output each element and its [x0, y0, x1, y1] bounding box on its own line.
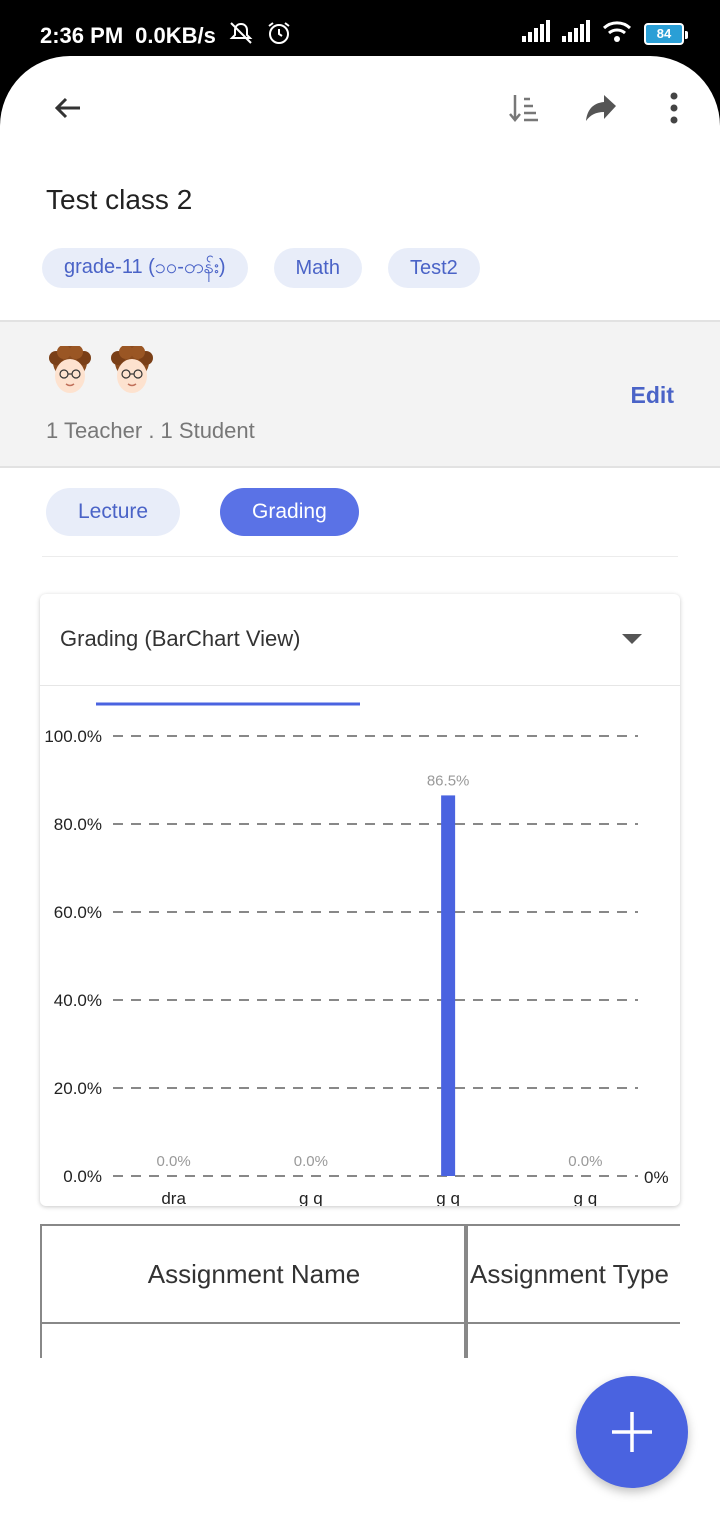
- avatar: [46, 345, 94, 398]
- members-section: 1 Teacher . 1 Student Edit: [0, 320, 720, 468]
- table-row: [40, 1322, 468, 1358]
- toolbar: [0, 56, 720, 166]
- dropdown-arrow-icon[interactable]: [622, 634, 642, 644]
- app-screen: Test class 2 grade-11 (၁၀-တန်း) Math Tes…: [0, 56, 720, 1520]
- more-vert-icon[interactable]: [650, 84, 698, 132]
- y-tick-label: 40.0%: [54, 991, 102, 1010]
- grading-card: Grading (BarChart View) 0.0% 20.0% 40.0% 60…: [40, 594, 680, 1206]
- plus-icon: [612, 1412, 652, 1452]
- bar: [441, 795, 456, 1176]
- signal-icon: [522, 20, 550, 47]
- edit-members-button[interactable]: Edit: [631, 382, 674, 409]
- column-header-assignment-type: Assignment Type: [464, 1224, 680, 1324]
- data-label: 86.5%: [427, 772, 470, 789]
- status-net-speed: 0.0KB/s: [135, 23, 216, 48]
- grading-view-title: Grading (BarChart View): [60, 626, 301, 651]
- member-avatars: [46, 345, 156, 398]
- alarm-icon: [266, 20, 292, 52]
- y-tick-label: 20.0%: [54, 1079, 102, 1098]
- sort-icon[interactable]: [500, 84, 548, 132]
- back-arrow-icon[interactable]: [44, 84, 92, 132]
- class-tags: grade-11 (၁၀-တန်း) Math Test2: [42, 248, 480, 288]
- tag-chip[interactable]: Test2: [387, 248, 480, 288]
- status-time: 2:36 PM: [40, 23, 124, 48]
- status-bar: 2:36 PM 0.0KB/s 84: [0, 0, 720, 64]
- tab-grading[interactable]: Grading: [220, 488, 359, 536]
- mute-icon: [228, 21, 254, 51]
- y-tick-label: 80.0%: [54, 815, 102, 834]
- x-tick-label: g q: [299, 1189, 323, 1206]
- y-tick-label: 60.0%: [54, 903, 102, 922]
- add-button[interactable]: [576, 1376, 688, 1488]
- table-row: [464, 1322, 680, 1358]
- battery-icon: 84: [644, 22, 688, 45]
- tag-chip[interactable]: grade-11 (၁၀-တန်း): [42, 248, 248, 288]
- y-tick-label: 100.0%: [44, 727, 102, 746]
- assignment-table: Assignment Name Assignment Type: [40, 1224, 680, 1358]
- members-summary: 1 Teacher . 1 Student: [46, 418, 255, 443]
- grading-view-selector[interactable]: Grading (BarChart View): [40, 594, 680, 686]
- divider: [42, 556, 678, 557]
- signal-icon: [562, 20, 590, 47]
- wifi-icon: [602, 20, 632, 47]
- bar-chart: 0.0% 20.0% 40.0% 60.0% 80.0% 100.0% 0% 0.0% dra 0…: [44, 702, 669, 1206]
- data-label: 0.0%: [294, 1153, 328, 1170]
- share-icon[interactable]: [577, 84, 625, 132]
- x-tick-label: g q: [574, 1189, 598, 1206]
- tab-lecture[interactable]: Lecture: [46, 488, 181, 536]
- y-tick-label: 0.0%: [63, 1167, 102, 1186]
- x-tick-label: g q: [436, 1189, 460, 1206]
- view-tabs: Lecture Grading: [46, 488, 359, 536]
- avatar: [108, 345, 156, 398]
- class-title: Test class 2: [46, 184, 193, 215]
- column-header-assignment-name: Assignment Name: [40, 1224, 468, 1324]
- x-tick-label: dra: [161, 1189, 186, 1206]
- tag-chip[interactable]: Math: [273, 248, 362, 288]
- data-label: 0.0%: [568, 1153, 602, 1170]
- right-axis-label: 0%: [644, 1168, 669, 1187]
- data-label: 0.0%: [157, 1153, 191, 1170]
